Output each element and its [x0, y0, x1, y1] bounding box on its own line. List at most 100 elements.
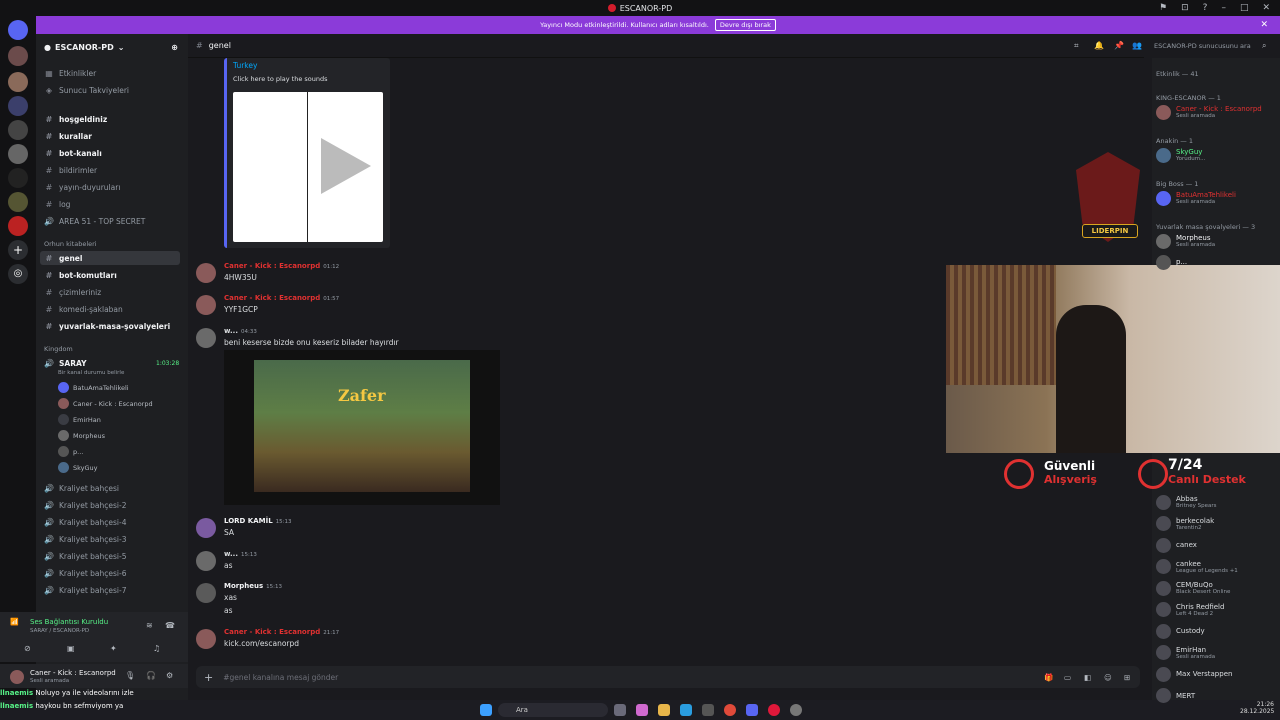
- store-icon[interactable]: [702, 704, 714, 716]
- member-item[interactable]: MERT: [1156, 686, 1195, 706]
- member-item[interactable]: cankee League of Legends +1: [1156, 557, 1238, 577]
- voice-user[interactable]: Caner - Kick : Escanorpd: [58, 397, 153, 410]
- chrome-icon[interactable]: [724, 704, 736, 716]
- discord-home-icon[interactable]: [8, 20, 28, 40]
- channel-item[interactable]: # bot-kanalı: [44, 146, 102, 160]
- voice-channel-item[interactable]: 🔊 Kraliyet bahçesi-5: [44, 549, 126, 563]
- voice-channel-item[interactable]: 🔊 Kraliyet bahçesi-4: [44, 515, 126, 529]
- search-icon[interactable]: ⌕: [1262, 41, 1266, 51]
- voice-channel-item[interactable]: 🔊 Kraliyet bahçesi-6: [44, 566, 126, 580]
- noise-icon[interactable]: ≋: [146, 621, 153, 630]
- voice-channel-item[interactable]: 🔊 Kraliyet bahçesi: [44, 481, 119, 495]
- server-icon[interactable]: [8, 168, 28, 188]
- task-view-icon[interactable]: [614, 704, 626, 716]
- explore-icon[interactable]: ◎: [8, 264, 28, 284]
- disconnect-icon[interactable]: ☎: [165, 621, 175, 630]
- voice-user[interactable]: Morpheus: [58, 429, 105, 442]
- voice-status[interactable]: Bir kanal durumu belirle: [58, 370, 124, 376]
- play-icon[interactable]: [321, 138, 371, 194]
- channel-item[interactable]: # bot-komutları: [44, 268, 117, 282]
- channel-item[interactable]: # genel: [40, 251, 180, 265]
- maximize-button[interactable]: □: [1240, 3, 1249, 13]
- server-header[interactable]: ● ESCANOR-PD ⌄ ⊕: [36, 38, 188, 56]
- message-avatar[interactable]: [196, 629, 216, 649]
- user-name[interactable]: Caner - Kick : Escanorpd: [30, 669, 116, 677]
- apps-icon[interactable]: ⊞: [1124, 673, 1130, 682]
- minimize-button[interactable]: –: [1221, 3, 1226, 13]
- settings-icon[interactable]: ⚙: [166, 671, 173, 680]
- gift-icon[interactable]: 🎁: [1044, 673, 1053, 682]
- close-button[interactable]: ✕: [1262, 3, 1270, 13]
- member-item[interactable]: EmirHan Sesli aramada: [1156, 643, 1215, 663]
- channel-item[interactable]: 🔊 AREA 51 - TOP SECRET: [44, 214, 145, 228]
- opera-icon[interactable]: [768, 704, 780, 716]
- member-item[interactable]: BatuAmaTehlikeli Sesli aramada: [1156, 188, 1236, 208]
- channel-item[interactable]: # yayın-duyuruları: [44, 180, 121, 194]
- threads-icon[interactable]: ⌗: [1074, 41, 1079, 51]
- help-icon[interactable]: ?: [1203, 3, 1208, 13]
- message-avatar[interactable]: [196, 551, 216, 571]
- screen-share-icon[interactable]: ▣: [67, 644, 75, 653]
- server-icon[interactable]: [8, 144, 28, 164]
- server-icon[interactable]: [8, 72, 28, 92]
- embed-image[interactable]: [233, 92, 383, 242]
- taskbar-search[interactable]: Ara: [498, 703, 608, 717]
- voice-channel-saray[interactable]: 🔊 SARAY: [44, 356, 86, 370]
- voice-user[interactable]: SkyGuy: [58, 461, 98, 474]
- channel-item[interactable]: # bildirimler: [44, 163, 97, 177]
- channel-item[interactable]: # hoşgeldiniz: [44, 112, 108, 126]
- member-item[interactable]: berkecolak Tarentin2: [1156, 514, 1214, 534]
- message-avatar[interactable]: [196, 328, 216, 348]
- member-item[interactable]: Max Verstappen: [1156, 664, 1232, 684]
- voice-user[interactable]: p...: [58, 445, 83, 458]
- member-item[interactable]: Morpheus Sesli aramada: [1156, 231, 1215, 251]
- add-attachment-icon[interactable]: +: [204, 671, 213, 684]
- attachment-image[interactable]: Zafer: [224, 350, 500, 505]
- start-icon[interactable]: [480, 704, 492, 716]
- message-author[interactable]: Morpheus 15:13: [224, 582, 282, 590]
- message-avatar[interactable]: [196, 583, 216, 603]
- message-avatar[interactable]: [196, 518, 216, 538]
- events-count[interactable]: Etkinlik — 41: [1156, 70, 1199, 78]
- clock[interactable]: 21:26 28.12.2025: [1240, 701, 1274, 715]
- edge-icon[interactable]: [680, 704, 692, 716]
- close-banner-icon[interactable]: ✕: [1260, 20, 1268, 30]
- voice-channel-item[interactable]: 🔊 Kraliyet bahçesi-7: [44, 583, 126, 597]
- member-item[interactable]: Caner - Kick : Escanorpd Sesli aramada: [1156, 102, 1262, 122]
- message-author[interactable]: w... 04:33: [224, 327, 257, 335]
- voice-location[interactable]: SARAY / ESCANOR-PD: [30, 628, 89, 634]
- pin-icon[interactable]: 📌: [1114, 41, 1124, 50]
- sticker-icon[interactable]: ◧: [1084, 673, 1091, 682]
- members-icon[interactable]: 👥: [1132, 41, 1142, 50]
- gif-icon[interactable]: ▭: [1064, 673, 1071, 682]
- server-icon[interactable]: [8, 46, 28, 66]
- obs-icon[interactable]: [790, 704, 802, 716]
- discord-taskbar-icon[interactable]: [746, 704, 758, 716]
- server-icon[interactable]: [8, 96, 28, 116]
- message-input[interactable]: + #genel kanalına mesaj gönder 🎁 ▭ ◧ ☺ ⊞: [196, 666, 1140, 688]
- member-item[interactable]: Custody: [1156, 621, 1205, 641]
- message-avatar[interactable]: [196, 295, 216, 315]
- channel-item[interactable]: # çizimleriniz: [44, 285, 102, 299]
- disable-button[interactable]: Devre dışı bırak: [714, 19, 776, 31]
- add-member-icon[interactable]: ⊕: [171, 43, 178, 52]
- search-input[interactable]: ESCANOR-PD sunucusunu ara: [1154, 39, 1274, 53]
- download-icon[interactable]: ⊡: [1181, 3, 1189, 13]
- server-icon[interactable]: [8, 120, 28, 140]
- member-item[interactable]: Abbas Britney Spears: [1156, 492, 1216, 512]
- emoji-icon[interactable]: ☺: [1104, 673, 1112, 682]
- voice-channel-item[interactable]: 🔊 Kraliyet bahçesi-3: [44, 532, 126, 546]
- embed-title[interactable]: Turkey: [233, 61, 257, 70]
- events-link[interactable]: ▦ Etkinlikler: [44, 66, 96, 80]
- bell-icon[interactable]: 🔔: [1094, 41, 1104, 50]
- add-server-icon[interactable]: +: [8, 240, 28, 260]
- voice-channel-item[interactable]: 🔊 Kraliyet bahçesi-2: [44, 498, 126, 512]
- message-author[interactable]: Caner - Kick : Escanorpd 21:17: [224, 628, 339, 636]
- inbox-icon[interactable]: ⚑: [1159, 3, 1167, 13]
- avatar[interactable]: [10, 670, 24, 684]
- server-icon[interactable]: [8, 216, 28, 236]
- camera-off-icon[interactable]: ⊘: [24, 644, 31, 653]
- voice-user[interactable]: BatuAmaTehlikeli: [58, 381, 129, 394]
- explorer-icon[interactable]: [658, 704, 670, 716]
- channel-item[interactable]: # log: [44, 197, 71, 211]
